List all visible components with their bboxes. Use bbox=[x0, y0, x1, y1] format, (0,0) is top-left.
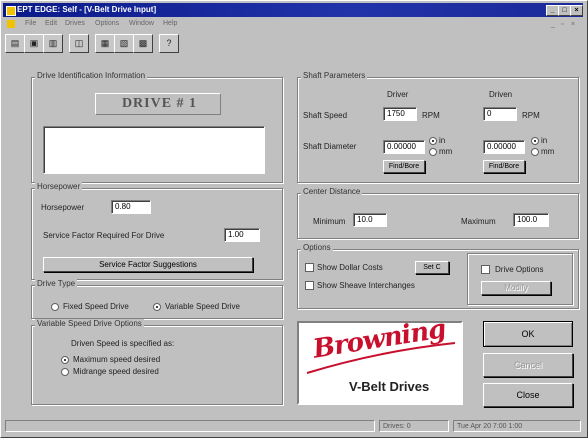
shaft-speed-label: Shaft Speed bbox=[303, 111, 348, 120]
chart-icon[interactable]: ▦ bbox=[95, 34, 115, 53]
calculator-icon[interactable]: ▩ bbox=[133, 34, 153, 53]
open-icon[interactable]: ▤ bbox=[5, 34, 25, 53]
drive-notes-field[interactable] bbox=[43, 126, 265, 174]
help-icon[interactable]: ? bbox=[159, 34, 179, 53]
fixed-speed-radio[interactable] bbox=[51, 303, 59, 311]
modify-button[interactable]: Modify bbox=[481, 281, 551, 295]
drive-options-label[interactable]: Drive Options bbox=[495, 265, 543, 274]
maximum-label: Maximum bbox=[461, 217, 496, 226]
show-dollar-costs-checkbox[interactable] bbox=[305, 263, 314, 272]
drive-options-panel bbox=[467, 253, 573, 305]
status-datetime: Tue Apr 20 7:00 1:00 bbox=[453, 420, 581, 432]
drive-type-label: Drive Type bbox=[35, 279, 78, 288]
close-window-button[interactable]: × bbox=[570, 5, 583, 16]
save-icon[interactable]: ▣ bbox=[24, 34, 44, 53]
title-bar[interactable]: EPT EDGE: Self - [V-Belt Drive Input] _ … bbox=[3, 3, 583, 17]
menu-file[interactable]: File bbox=[25, 18, 36, 30]
menu-options[interactable]: Options bbox=[95, 18, 119, 30]
horsepower-group-label: Horsepower bbox=[35, 182, 83, 191]
close-button[interactable]: Close bbox=[483, 383, 573, 407]
horsepower-input[interactable]: 0.80 bbox=[111, 200, 151, 214]
show-sheave-interchanges-checkbox[interactable] bbox=[305, 281, 314, 290]
driven-mm-label[interactable]: mm bbox=[541, 147, 554, 156]
driver-speed-input[interactable]: 1750 bbox=[383, 107, 417, 121]
fixed-speed-label[interactable]: Fixed Speed Drive bbox=[63, 302, 129, 311]
maximum-distance-input[interactable]: 100.0 bbox=[513, 213, 549, 227]
maximum-speed-radio[interactable] bbox=[61, 356, 69, 364]
driven-speed-input[interactable]: 0 bbox=[483, 107, 517, 121]
driver-diameter-input[interactable]: 0.00000 bbox=[383, 140, 425, 154]
window-title: EPT EDGE: Self - [V-Belt Drive Input] bbox=[17, 5, 157, 14]
midrange-speed-radio[interactable] bbox=[61, 368, 69, 376]
menu-edit[interactable]: Edit bbox=[45, 18, 57, 30]
app-window: EPT EDGE: Self - [V-Belt Drive Input] _ … bbox=[0, 0, 588, 438]
minimum-label: Minimum bbox=[313, 217, 346, 226]
menu-bar: File Edit Drives Options Window Help _ ▫… bbox=[3, 18, 583, 30]
toolbar: ▤ ▣ ▥ ◫ ▦ ▧ ▩ ? bbox=[3, 32, 583, 54]
shaft-diameter-label: Shaft Diameter bbox=[303, 142, 357, 151]
show-sheave-interchanges-label[interactable]: Show Sheave Interchanges bbox=[317, 281, 415, 290]
status-bar: Drives: 0 Tue Apr 20 7:00 1:00 bbox=[3, 419, 583, 433]
options-label: Options bbox=[301, 243, 333, 252]
shaft-params-label: Shaft Parameters bbox=[301, 71, 368, 80]
browning-logo: Browning V-Belt Drives bbox=[297, 314, 463, 405]
service-factor-input[interactable]: 1.00 bbox=[224, 228, 260, 242]
menu-window[interactable]: Window bbox=[129, 18, 154, 30]
graph-icon[interactable]: ▧ bbox=[114, 34, 134, 53]
shaft-params-group bbox=[297, 77, 579, 183]
driver-find-bore-button[interactable]: Find/Bore bbox=[383, 160, 425, 173]
print-icon[interactable]: ▥ bbox=[43, 34, 63, 53]
status-drives: Drives: 0 bbox=[379, 420, 449, 432]
status-message bbox=[5, 420, 375, 432]
show-dollar-costs-label[interactable]: Show Dollar Costs bbox=[317, 263, 383, 272]
driver-mm-radio[interactable] bbox=[429, 148, 437, 156]
driver-column-label: Driver bbox=[387, 90, 409, 99]
driver-in-label[interactable]: in bbox=[439, 136, 445, 145]
child-minimize-button[interactable]: _ bbox=[551, 19, 555, 31]
set-costs-button[interactable]: Set C bbox=[415, 261, 449, 274]
cancel-button[interactable]: Cancel bbox=[483, 353, 573, 377]
center-distance-label: Center Distance bbox=[301, 187, 363, 196]
minimum-distance-input[interactable]: 10.0 bbox=[353, 213, 387, 227]
variable-options-label: Variable Speed Drive Options bbox=[35, 319, 144, 328]
child-window-icon[interactable] bbox=[7, 20, 15, 28]
variable-options-group bbox=[31, 325, 283, 405]
midrange-speed-label[interactable]: Midrange speed desired bbox=[73, 367, 159, 376]
drive-options-checkbox[interactable] bbox=[481, 265, 490, 274]
driven-in-label[interactable]: in bbox=[541, 136, 547, 145]
driven-speed-prompt: Driven Speed is specified as: bbox=[71, 339, 175, 348]
drive-name-display[interactable]: DRIVE # 1 bbox=[95, 93, 221, 115]
driver-in-radio[interactable] bbox=[429, 137, 437, 145]
maximum-speed-label[interactable]: Maximum speed desired bbox=[73, 355, 160, 364]
ok-button[interactable]: OK bbox=[483, 321, 573, 347]
driven-diameter-input[interactable]: 0.00000 bbox=[483, 140, 525, 154]
preview-icon[interactable]: ◫ bbox=[69, 34, 89, 53]
child-restore-button[interactable]: ▫ bbox=[561, 19, 563, 31]
driver-mm-label[interactable]: mm bbox=[439, 147, 452, 156]
driven-find-bore-button[interactable]: Find/Bore bbox=[483, 160, 525, 173]
horsepower-label: Horsepower bbox=[41, 203, 85, 212]
app-icon[interactable] bbox=[6, 6, 16, 16]
child-close-button[interactable]: × bbox=[571, 19, 575, 31]
vbelt-drives-subtitle: V-Belt Drives bbox=[349, 379, 430, 394]
service-factor-label: Service Factor Required For Drive bbox=[43, 231, 165, 240]
driven-column-label: Driven bbox=[489, 90, 513, 99]
variable-speed-radio[interactable] bbox=[153, 303, 161, 311]
driven-in-radio[interactable] bbox=[531, 137, 539, 145]
menu-drives[interactable]: Drives bbox=[65, 18, 85, 30]
variable-speed-label[interactable]: Variable Speed Drive bbox=[165, 302, 240, 311]
driver-rpm-label: RPM bbox=[422, 111, 440, 120]
menu-help[interactable]: Help bbox=[163, 18, 177, 30]
drive-id-label: Drive Identification Information bbox=[35, 71, 148, 80]
driven-mm-radio[interactable] bbox=[531, 148, 539, 156]
service-factor-suggestions-button[interactable]: Service Factor Suggestions bbox=[43, 257, 253, 272]
driven-rpm-label: RPM bbox=[522, 111, 540, 120]
